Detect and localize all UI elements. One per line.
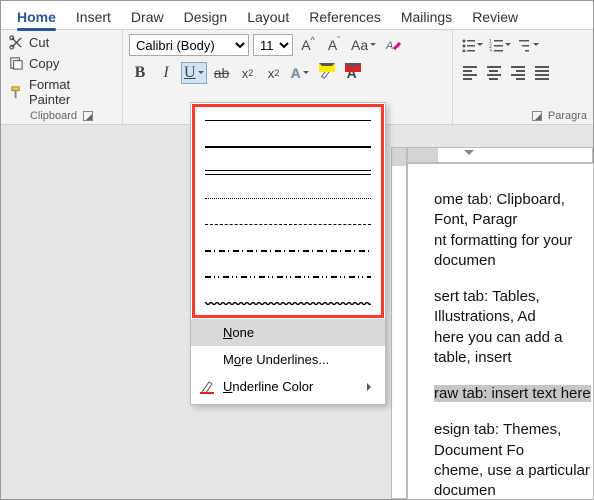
- chevron-right-icon: [367, 383, 375, 391]
- tab-draw[interactable]: Draw: [121, 5, 174, 29]
- underline-more[interactable]: More Underlines...: [191, 346, 385, 373]
- shrink-font-button[interactable]: Aˇ: [323, 34, 345, 56]
- multilevel-list-button[interactable]: [515, 34, 541, 56]
- indent-marker-icon[interactable]: [464, 150, 474, 160]
- copy-icon: [9, 56, 24, 71]
- font-size-select[interactable]: 11: [253, 34, 293, 56]
- group-clipboard: Cut Copy Format Painter Clipboard: [1, 30, 123, 124]
- tab-mailings[interactable]: Mailings: [391, 5, 462, 29]
- horizontal-ruler: [407, 147, 593, 163]
- multilevel-icon: [517, 38, 531, 52]
- group-paragraph-label: Paragra: [548, 110, 587, 122]
- underline-color-icon: [199, 380, 215, 394]
- justify-button[interactable]: [531, 62, 553, 84]
- superscript-button[interactable]: x2: [263, 62, 285, 84]
- bullets-icon: [461, 38, 475, 52]
- italic-button[interactable]: I: [155, 62, 177, 84]
- underline-style-dotted[interactable]: [205, 193, 371, 203]
- eraser-a-icon: A: [385, 37, 401, 53]
- paragraph-text: ome tab: Clipboard, Font, Paragrnt forma…: [434, 190, 593, 271]
- copy-label: Copy: [29, 56, 59, 71]
- paintbrush-icon: [9, 85, 24, 100]
- group-paragraph: 123: [453, 30, 593, 124]
- numbering-button[interactable]: 123: [487, 34, 513, 56]
- underline-style-double[interactable]: [205, 167, 371, 177]
- paragraph-text: sert tab: Tables, Illustrations, Adhere …: [434, 287, 593, 368]
- format-painter-label: Format Painter: [29, 77, 114, 107]
- bullets-button[interactable]: [459, 34, 485, 56]
- group-clipboard-label: Clipboard: [30, 110, 77, 122]
- align-right-icon: [511, 64, 525, 82]
- format-painter-button[interactable]: Format Painter: [7, 76, 116, 108]
- ribbon-tabs: Home Insert Draw Design Layout Reference…: [1, 1, 593, 29]
- underline-color[interactable]: Underline Color: [191, 373, 385, 400]
- scissors-icon: [9, 35, 24, 50]
- cut-label: Cut: [29, 35, 49, 50]
- paragraph-launcher-icon[interactable]: [532, 111, 542, 121]
- underline-style-dot-dash[interactable]: [205, 245, 371, 255]
- cut-button[interactable]: Cut: [7, 34, 116, 51]
- align-left-button[interactable]: [459, 62, 481, 84]
- svg-text:3: 3: [489, 49, 492, 52]
- tab-review[interactable]: Review: [462, 5, 528, 29]
- underline-styles-gallery: [192, 104, 384, 318]
- align-left-icon: [463, 64, 477, 82]
- subscript-button[interactable]: x2: [237, 62, 259, 84]
- text-effects-button[interactable]: A: [289, 62, 311, 84]
- copy-button[interactable]: Copy: [7, 55, 116, 72]
- tab-home[interactable]: Home: [7, 5, 66, 29]
- underline-style-thick[interactable]: [205, 141, 371, 151]
- underline-style-single[interactable]: [205, 115, 371, 125]
- grow-font-button[interactable]: A^: [297, 34, 319, 56]
- clear-formatting-button[interactable]: A: [382, 34, 404, 56]
- underline-style-dot-dot-dash[interactable]: [205, 271, 371, 281]
- svg-text:A: A: [385, 40, 393, 52]
- clipboard-launcher-icon[interactable]: [83, 111, 93, 121]
- strikethrough-button[interactable]: ab: [211, 62, 233, 84]
- underline-button[interactable]: U: [181, 62, 207, 84]
- font-color-button[interactable]: A: [341, 62, 363, 84]
- justify-icon: [535, 64, 549, 82]
- font-name-select[interactable]: Calibri (Body): [129, 34, 249, 56]
- paragraph-text: esign tab: Themes, Document Focheme, use…: [434, 420, 593, 500]
- underline-style-wave[interactable]: [205, 297, 371, 307]
- paragraph-text: raw tab: insert text here: [434, 384, 593, 404]
- underline-style-dashed[interactable]: [205, 219, 371, 229]
- underline-none[interactable]: None: [191, 319, 385, 346]
- change-case-button[interactable]: Aa: [349, 34, 378, 56]
- numbering-icon: 123: [489, 38, 503, 52]
- document-page[interactable]: ome tab: Clipboard, Font, Paragrnt forma…: [407, 163, 594, 500]
- tab-references[interactable]: References: [299, 5, 391, 29]
- align-right-button[interactable]: [507, 62, 529, 84]
- vertical-ruler: [391, 147, 407, 499]
- align-center-icon: [487, 64, 501, 82]
- tab-layout[interactable]: Layout: [237, 5, 299, 29]
- tab-design[interactable]: Design: [174, 5, 238, 29]
- bold-button[interactable]: B: [129, 62, 151, 84]
- underline-dropdown: None More Underlines... Underline Color: [190, 102, 386, 405]
- tab-insert[interactable]: Insert: [66, 5, 121, 29]
- marker-icon: [319, 66, 333, 80]
- align-center-button[interactable]: [483, 62, 505, 84]
- highlight-button[interactable]: [315, 62, 337, 84]
